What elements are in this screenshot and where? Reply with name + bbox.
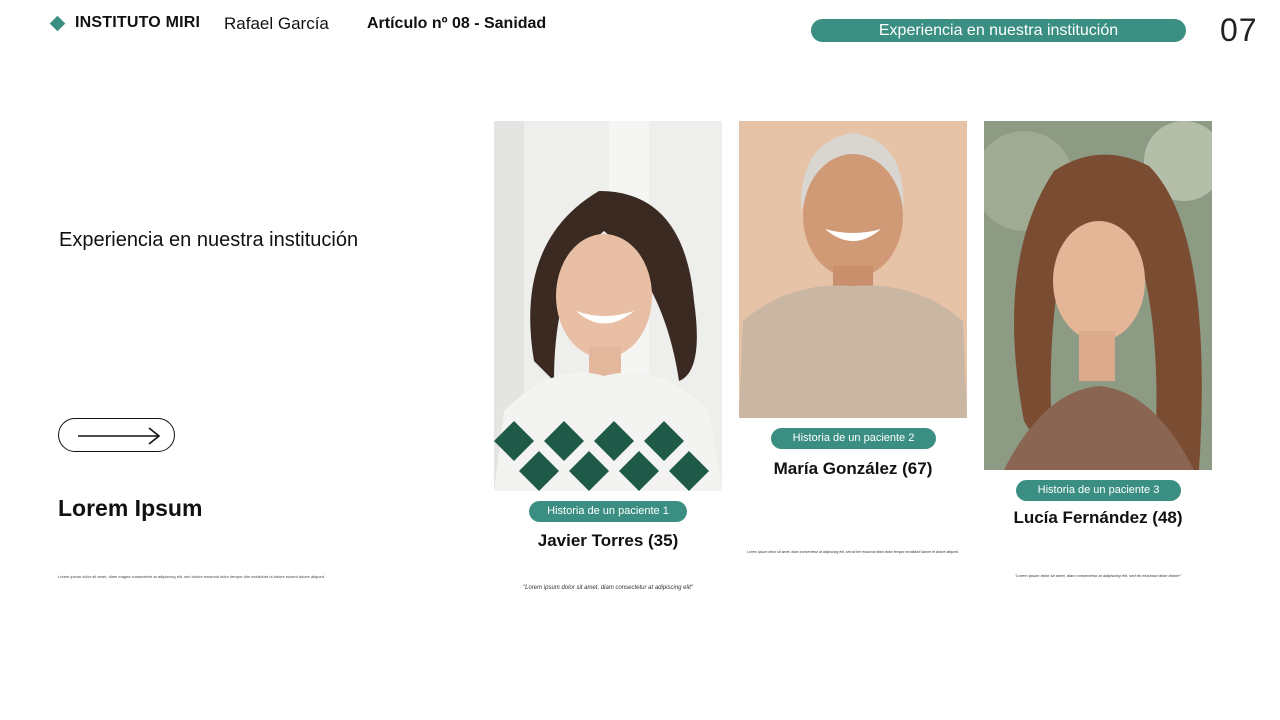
- arrow-right-icon: [78, 427, 161, 445]
- patient-quote-1: "Lorem ipsum dolor sit amet, diam consec…: [522, 585, 693, 591]
- author-name: Rafael García: [224, 14, 329, 33]
- patient-name-2: María González (67): [773, 459, 933, 478]
- next-button[interactable]: [58, 418, 175, 452]
- article-title: Artículo nº 08 - Sanidad: [367, 15, 547, 32]
- patient-name-3: Lucía Fernández (48): [1013, 508, 1183, 527]
- patient-quote-2: Lorem ipsum dolor sit amet, diam consect…: [747, 550, 959, 554]
- patient-label-1: Historia de un paciente 1: [529, 501, 687, 522]
- patient-photo-1: [494, 121, 722, 491]
- left-body-text: Lorem ipsum dolor sit amet, diam magna c…: [58, 574, 326, 579]
- patient-quote-3: "Lorem ipsum dolor sit amet, diam consec…: [1014, 573, 1182, 578]
- section-title: Experiencia en nuestra institución: [59, 229, 359, 251]
- brand-name: INSTITUTO MIRI: [75, 14, 201, 31]
- patient-photo-2: [739, 121, 967, 418]
- left-heading: Lorem Ipsum: [58, 495, 203, 521]
- page-number: 07: [1220, 12, 1258, 48]
- patient-label-3: Historia de un paciente 3: [1016, 480, 1181, 501]
- patient-name-1: Javier Torres (35): [537, 531, 679, 550]
- diamond-icon: [49, 15, 66, 31]
- patient-label-2: Historia de un paciente 2: [771, 428, 936, 449]
- patient-photo-3: [984, 121, 1212, 470]
- section-pill: Experiencia en nuestra institución: [811, 19, 1186, 42]
- brand: INSTITUTO MIRI: [49, 14, 201, 32]
